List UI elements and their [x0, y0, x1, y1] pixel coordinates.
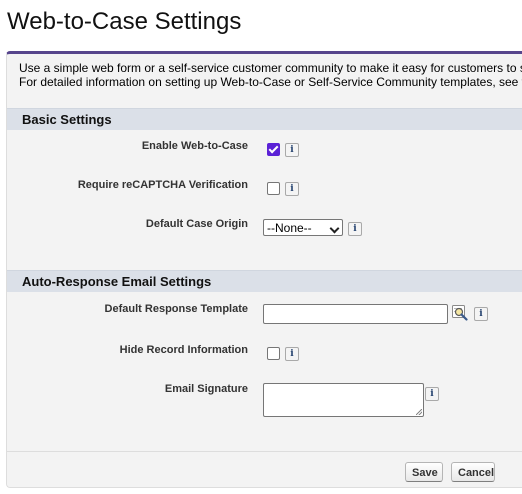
save-button[interactable]: Save	[405, 462, 443, 482]
email-signature-textarea[interactable]	[263, 383, 424, 417]
require-recaptcha-checkbox[interactable]	[267, 182, 280, 195]
page-title: Web-to-Case Settings	[7, 8, 242, 35]
default-response-template-input[interactable]	[263, 304, 448, 324]
email-signature-info-icon[interactable]: i	[425, 387, 439, 401]
default-case-origin-info-icon[interactable]: i	[348, 222, 362, 236]
intro-line-2: For detailed information on setting up W…	[19, 75, 522, 89]
email-signature-label: Email Signature	[164, 383, 248, 395]
resize-grip-icon[interactable]	[416, 409, 422, 415]
hide-record-information-checkbox[interactable]	[267, 347, 280, 360]
cancel-button[interactable]: Cancel	[451, 462, 495, 482]
hide-record-information-info-icon[interactable]: i	[285, 347, 299, 361]
require-recaptcha-info-icon[interactable]: i	[285, 182, 299, 196]
require-recaptcha-label: Require reCAPTCHA Verification	[77, 179, 248, 191]
intro-line-1: Use a simple web form or a self-service …	[19, 61, 522, 75]
basic-settings-header: Basic Settings	[7, 108, 522, 130]
basic-settings-title: Basic Settings	[22, 112, 112, 127]
intro-text: Use a simple web form or a self-service …	[19, 61, 522, 89]
lookup-icon[interactable]	[452, 305, 468, 321]
default-case-origin-label: Default Case Origin	[145, 218, 248, 230]
enable-web-to-case-info-icon[interactable]: i	[285, 143, 299, 157]
chevron-down-icon	[329, 223, 340, 234]
button-bar: Save Cancel	[7, 451, 522, 487]
enable-web-to-case-checkbox[interactable]	[267, 143, 280, 156]
default-response-template-label: Default Response Template	[104, 303, 248, 315]
default-case-origin-select[interactable]: --None--	[263, 219, 343, 236]
default-response-template-info-icon[interactable]: i	[474, 307, 488, 321]
auto-response-title: Auto-Response Email Settings	[22, 274, 212, 289]
settings-panel: Use a simple web form or a self-service …	[6, 51, 522, 488]
hide-record-information-label: Hide Record Information	[119, 344, 248, 356]
enable-web-to-case-label: Enable Web-to-Case	[141, 140, 248, 152]
default-case-origin-value: --None--	[267, 221, 312, 235]
auto-response-header: Auto-Response Email Settings	[7, 270, 522, 292]
